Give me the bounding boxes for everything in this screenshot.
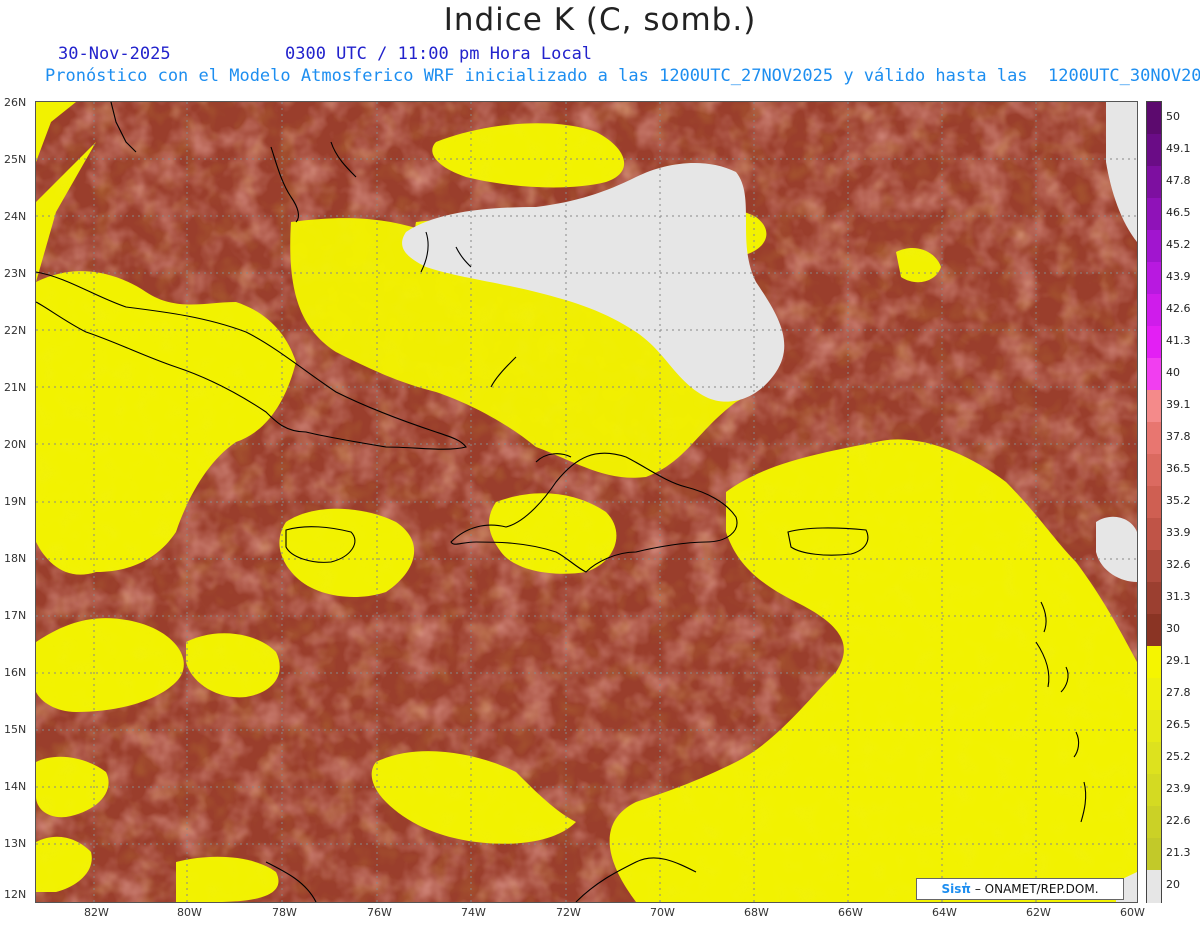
colorbar-segment [1147,262,1161,295]
lon-tick: 62W [1026,906,1051,919]
lat-tick: 26N [4,96,27,109]
lat-tick: 25N [4,153,27,166]
colorbar-segment [1147,774,1161,807]
lon-tick: 64W [932,906,957,919]
colorbar-label: 22.6 [1166,814,1191,827]
lon-tick: 76W [367,906,392,919]
colorbar-segment [1147,550,1161,583]
colorbar-segment [1147,486,1161,519]
colorbar-segment [1147,646,1161,679]
k-index-map [35,101,1138,903]
colorbar-segment [1147,198,1161,231]
colorbar-label: 20 [1166,878,1180,891]
forecast-date: 30-Nov-2025 [58,44,171,64]
colorbar-label: 47.8 [1166,174,1191,187]
credit-box: Sisπ̓ – ONAMET/REP.DOM. [916,878,1124,900]
lon-tick: 78W [272,906,297,919]
colorbar-label: 45.2 [1166,238,1191,251]
colorbar-label: 29.1 [1166,654,1191,667]
credit-text: – ONAMET/REP.DOM. [974,882,1099,896]
colorbar-label: 42.6 [1166,302,1191,315]
colorbar-label: 25.2 [1166,750,1191,763]
colorbar-label: 40 [1166,366,1180,379]
colorbar-label: 32.6 [1166,558,1191,571]
lon-tick: 72W [556,906,581,919]
lon-tick: 82W [84,906,109,919]
lat-tick: 20N [4,438,27,451]
colorbar-label: 35.2 [1166,494,1191,507]
model-description: Pronóstico con el Modelo Atmosferico WRF… [45,66,1200,86]
lon-tick: 74W [461,906,486,919]
lat-tick: 15N [4,723,27,736]
colorbar-segment [1147,870,1161,903]
colorbar-label: 49.1 [1166,142,1191,155]
colorbar-label: 27.8 [1166,686,1191,699]
colorbar-segment [1147,390,1161,423]
lon-tick: 60W [1120,906,1145,919]
colorbar-label: 39.1 [1166,398,1191,411]
lat-tick: 19N [4,495,27,508]
chart-title: Indice K (C, somb.) [443,2,757,38]
sispi-logo: Sisπ̓ [941,882,971,896]
colorbar-label: 50 [1166,110,1180,123]
lat-tick: 14N [4,780,27,793]
colorbar-segment [1147,230,1161,263]
colorbar-segment [1147,358,1161,391]
lat-tick: 21N [4,381,27,394]
lat-tick: 24N [4,210,27,223]
colorbar-segment [1147,678,1161,711]
colorbar-label: 31.3 [1166,590,1191,603]
lat-tick: 16N [4,666,27,679]
lat-tick: 23N [4,267,27,280]
lat-tick: 13N [4,837,27,850]
map-svg [36,102,1137,902]
colorbar-label: 33.9 [1166,526,1191,539]
colorbar-label: 36.5 [1166,462,1191,475]
colorbar-segment [1147,134,1161,167]
colorbar-segment [1147,614,1161,647]
colorbar-segment [1147,806,1161,839]
lon-tick: 68W [744,906,769,919]
colorbar-label: 26.5 [1166,718,1191,731]
colorbar-segment [1147,294,1161,327]
colorbar-segment [1147,838,1161,871]
lat-tick: 17N [4,609,27,622]
lat-tick: 12N [4,888,27,901]
lon-tick: 66W [838,906,863,919]
colorbar-segment [1147,326,1161,359]
colorbar-label: 30 [1166,622,1180,635]
colorbar-label: 43.9 [1166,270,1191,283]
colorbar-label: 21.3 [1166,846,1191,859]
colorbar-segment [1147,518,1161,551]
colorbar-segment [1147,422,1161,455]
lon-tick: 80W [177,906,202,919]
colorbar [1146,101,1162,903]
lat-tick: 18N [4,552,27,565]
colorbar-label: 46.5 [1166,206,1191,219]
colorbar-segment [1147,710,1161,743]
colorbar-segment [1147,742,1161,775]
colorbar-segment [1147,166,1161,199]
forecast-time: 0300 UTC / 11:00 pm Hora Local [285,44,593,64]
colorbar-segment [1147,102,1161,135]
colorbar-segment [1147,454,1161,487]
colorbar-label: 23.9 [1166,782,1191,795]
colorbar-segment [1147,582,1161,615]
lon-tick: 70W [650,906,675,919]
lat-tick: 22N [4,324,27,337]
colorbar-label: 41.3 [1166,334,1191,347]
colorbar-label: 37.8 [1166,430,1191,443]
